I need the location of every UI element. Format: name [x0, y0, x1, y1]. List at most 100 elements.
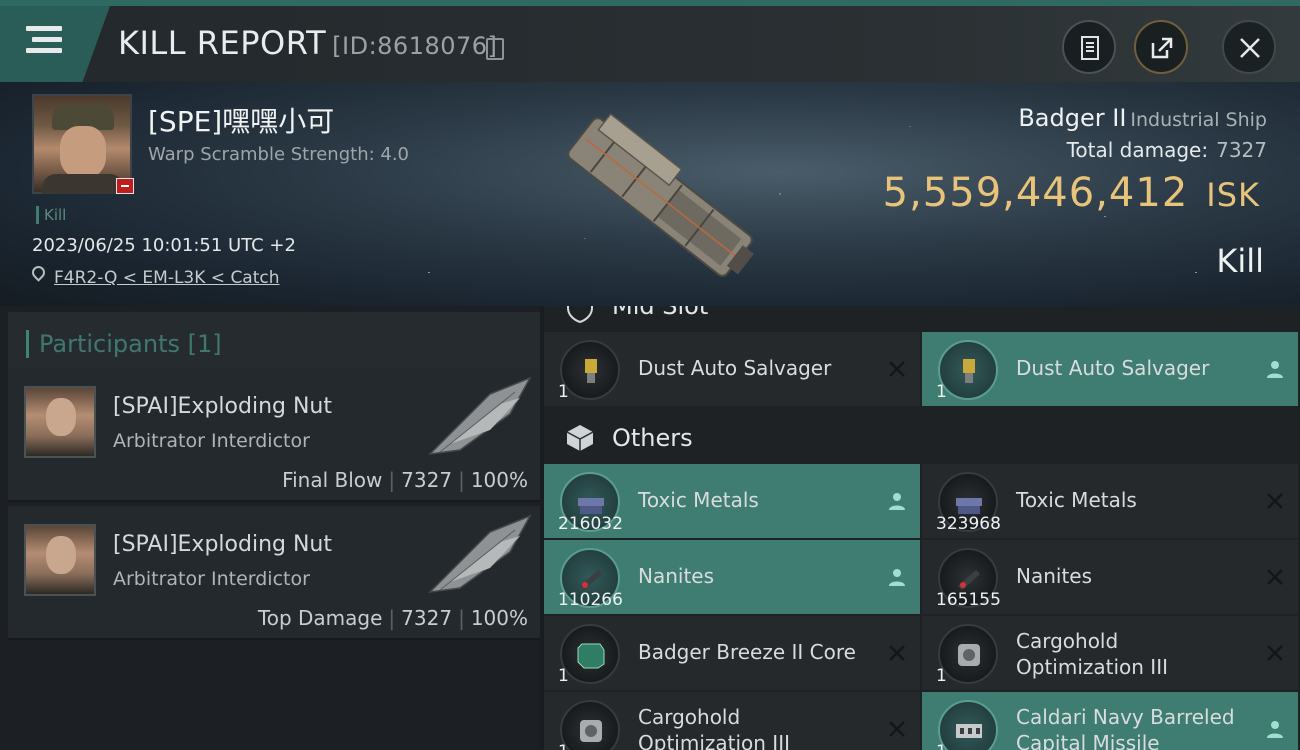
item-destroyed[interactable]: 1 Cargohold Optimization III	[544, 692, 920, 750]
close-icon	[1240, 38, 1260, 58]
report-button[interactable]	[1062, 20, 1116, 74]
victim-ship-name[interactable]: Badger II Industrial Ship	[1018, 104, 1267, 132]
participant-stats: Final Blow | 7327 | 100%	[282, 468, 528, 492]
kill-tag: Kill	[36, 206, 66, 224]
item-destroyed[interactable]: 1 Dust Auto Salvager	[544, 332, 920, 406]
kill-result: Kill	[1216, 242, 1264, 280]
item-quantity: 1	[936, 742, 947, 750]
share-button[interactable]	[1134, 20, 1188, 74]
participant-ship-image	[427, 514, 532, 594]
participant-percent: 100%	[470, 606, 528, 630]
menu-button[interactable]	[0, 6, 110, 82]
item-quantity: 216032	[558, 514, 623, 534]
participant-percent: 100%	[470, 468, 528, 492]
isk-amount: 5,559,446,412	[882, 170, 1189, 216]
destroyed-icon	[889, 721, 905, 737]
page-title: KILL REPORT [ID:8618076]	[118, 24, 497, 62]
item-name: Nanites	[638, 564, 715, 588]
item-name: Badger Breeze II Core	[638, 640, 856, 664]
total-damage-value: 7327	[1216, 138, 1267, 162]
participant-row[interactable]: [SPAI]Exploding Nut Arbitrator Interdict…	[8, 368, 540, 502]
item-quantity: 1	[558, 666, 569, 686]
destroyed-icon	[1267, 645, 1283, 661]
item-name: Toxic Metals	[1016, 488, 1137, 512]
item-quantity: 323968	[936, 514, 1001, 534]
item-dropped[interactable]: 1 Caldari Navy Barreled Capital Missile	[922, 692, 1298, 750]
item-quantity: 1	[936, 666, 947, 686]
item-name: Nanites	[1016, 564, 1093, 588]
participants-label: Participants [1]	[26, 330, 222, 358]
others-header: Others	[544, 412, 1300, 464]
mid-slot-header: Mid Slot	[544, 306, 1300, 334]
destroyed-icon	[889, 645, 905, 661]
item-quantity: 1	[936, 382, 947, 402]
kill-location-link[interactable]: F4R2-Q < EM-L3K < Catch	[54, 268, 280, 288]
item-destroyed[interactable]: 165155 Nanites	[922, 540, 1298, 614]
participant-name: [SPAI]Exploding Nut	[113, 394, 332, 419]
total-damage-label: Total damage:	[1066, 138, 1209, 162]
item-icon	[938, 624, 998, 684]
victim-name[interactable]: [SPE]嘿嘿小可	[148, 100, 334, 140]
person-icon	[889, 569, 905, 586]
participant-ship-image	[427, 376, 532, 456]
item-destroyed[interactable]: 323968 Toxic Metals	[922, 464, 1298, 538]
item-quantity: 110266	[558, 590, 623, 610]
participant-portrait[interactable]	[24, 386, 96, 458]
item-dropped[interactable]: 216032 Toxic Metals	[544, 464, 920, 538]
participant-damage: 7327	[401, 606, 453, 630]
item-name: Caldari Navy Barreled Capital Missile	[1016, 705, 1235, 750]
item-destroyed[interactable]: 1 Badger Breeze II Core	[544, 616, 920, 690]
cube-icon	[566, 425, 594, 451]
item-quantity: 1	[558, 382, 569, 402]
close-button[interactable]	[1222, 20, 1276, 74]
item-name: Toxic Metals	[638, 488, 759, 512]
victim-ship-image	[567, 112, 754, 277]
participant-name: [SPAI]Exploding Nut	[113, 532, 332, 557]
person-icon	[1267, 721, 1283, 738]
total-damage: Total damage: 7327	[1067, 138, 1267, 162]
item-dropped[interactable]: 110266 Nanites	[544, 540, 920, 614]
ship-class: Industrial Ship	[1130, 109, 1267, 131]
destroyed-icon	[889, 361, 905, 377]
item-icon	[560, 624, 620, 684]
kill-datetime: 2023/06/25 10:01:51 UTC +2	[32, 235, 296, 256]
item-name: Dust Auto Salvager	[638, 356, 832, 380]
participant-ship: Arbitrator Interdictor	[113, 430, 310, 452]
shield-icon	[567, 306, 593, 324]
person-icon	[1267, 361, 1283, 378]
isk-value: 5,559,446,412 ISK	[883, 170, 1260, 216]
kill-summary: [SPE]嘿嘿小可 Warp Scramble Strength: 4.0 Ki…	[0, 82, 1300, 306]
standing-badge-icon	[116, 178, 134, 194]
participant-ship: Arbitrator Interdictor	[113, 568, 310, 590]
participants-panel: Participants [1] [SPAI]Exploding Nut Arb…	[0, 306, 540, 750]
person-icon	[889, 493, 905, 510]
participant-damage: 7327	[401, 468, 453, 492]
item-quantity: 165155	[936, 590, 1001, 610]
participant-stats: Top Damage | 7327 | 100%	[257, 606, 528, 630]
copy-icon[interactable]	[486, 38, 504, 60]
participant-portrait[interactable]	[24, 524, 96, 596]
report-id: [ID:8618076]	[332, 32, 498, 60]
item-destroyed[interactable]: 1 Cargohold Optimization III	[922, 616, 1298, 690]
warp-scramble-strength: Warp Scramble Strength: 4.0	[148, 144, 410, 165]
participant-role: Final Blow	[282, 468, 383, 492]
participants-header: Participants [1]	[8, 312, 540, 370]
item-name: Cargohold Optimization III	[638, 705, 790, 750]
mid-slot-label: Mid Slot	[612, 306, 709, 320]
item-icon	[938, 700, 998, 750]
item-dropped[interactable]: 1 Dust Auto Salvager	[922, 332, 1298, 406]
page-title-text: KILL REPORT	[118, 24, 327, 62]
participant-row[interactable]: [SPAI]Exploding Nut Arbitrator Interdict…	[8, 506, 540, 640]
participant-role: Top Damage	[257, 606, 383, 630]
item-quantity: 1	[558, 742, 569, 750]
item-icon	[938, 340, 998, 400]
fitting-items-panel[interactable]: Mid Slot 1 Dust Auto Salvager 1 Dust Aut…	[544, 306, 1300, 750]
item-name: Dust Auto Salvager	[1016, 356, 1210, 380]
ship-name-text: Badger II	[1018, 104, 1127, 132]
share-icon	[1151, 37, 1173, 59]
item-icon	[560, 340, 620, 400]
item-icon	[560, 700, 620, 750]
top-bar: KILL REPORT [ID:8618076]	[0, 0, 1300, 82]
item-name: Cargohold Optimization III	[1016, 629, 1168, 679]
others-label: Others	[612, 424, 693, 452]
